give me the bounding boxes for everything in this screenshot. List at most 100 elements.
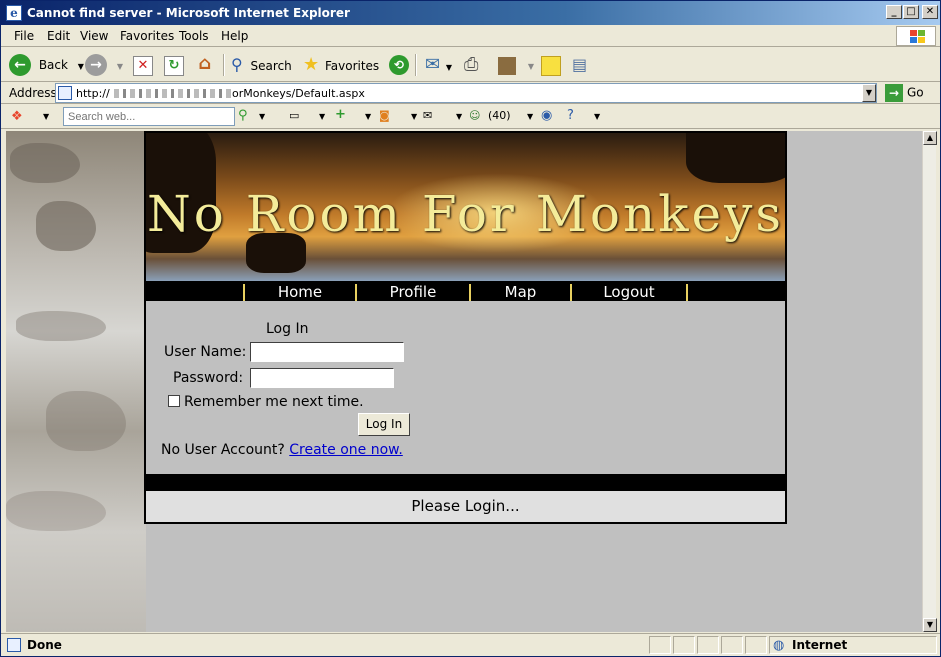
close-button[interactable]: ✕ bbox=[922, 5, 938, 19]
create-account-link[interactable]: Create one now. bbox=[289, 442, 403, 458]
research-button[interactable]: ▤ bbox=[572, 53, 587, 77]
search-button[interactable]: ⚲ Search bbox=[231, 53, 292, 77]
ie-window: e Cannot find server - Microsoft Interne… bbox=[0, 0, 941, 657]
username-field[interactable] bbox=[250, 342, 404, 362]
windows-logo-small-icon[interactable]: ❖ bbox=[11, 109, 23, 124]
login-button[interactable]: Log In bbox=[358, 413, 410, 436]
nav-logout[interactable]: Logout bbox=[570, 284, 688, 301]
menu-favorites[interactable]: Favorites bbox=[120, 29, 174, 43]
status-bar: Done ◍ Internet bbox=[1, 633, 940, 656]
add-icon[interactable]: + bbox=[335, 107, 346, 122]
search-go-icon[interactable]: ⚲ bbox=[238, 108, 248, 123]
back-dropdown-icon[interactable]: ▼ bbox=[78, 62, 84, 71]
back-button[interactable]: ← Back ▼ bbox=[9, 53, 84, 77]
stop-button[interactable]: ✕ bbox=[133, 53, 153, 77]
remember-checkbox[interactable] bbox=[168, 395, 180, 407]
dropdown-icon[interactable]: ▼ bbox=[411, 112, 417, 121]
help-dropdown-icon[interactable]: ▼ bbox=[594, 112, 600, 121]
forward-button[interactable]: → ▼ bbox=[85, 53, 123, 77]
rss-icon[interactable]: ◙ bbox=[379, 109, 390, 122]
page-status-icon bbox=[7, 638, 21, 652]
maximize-button[interactable]: □ bbox=[903, 5, 919, 19]
background-image bbox=[6, 131, 146, 632]
circle-icon[interactable]: ◉ bbox=[541, 108, 552, 123]
help-icon[interactable]: ? bbox=[567, 108, 574, 123]
windows-logo-icon bbox=[896, 26, 936, 46]
page-icon bbox=[58, 86, 72, 100]
standard-toolbar: ← Back ▼ → ▼ ✕ ↻ ⌂ ⚲ Search ★ Favorites … bbox=[1, 48, 940, 82]
menu-edit[interactable]: Edit bbox=[47, 29, 70, 43]
toolbar-separator bbox=[223, 54, 225, 76]
dropdown-icon[interactable]: ▼ bbox=[527, 112, 533, 121]
history-icon: ⟲ bbox=[389, 55, 409, 75]
back-arrow-icon: ← bbox=[9, 54, 31, 76]
edit-icon bbox=[498, 56, 516, 75]
print-icon: ⎙ bbox=[464, 54, 479, 75]
toolbar-separator bbox=[415, 54, 417, 76]
web-search-input[interactable] bbox=[63, 107, 235, 126]
edit-dropdown-icon[interactable]: ▼ bbox=[528, 62, 534, 71]
site-nav: Home Profile Map Logout bbox=[146, 281, 785, 301]
site-title: No Room For Monkeys bbox=[146, 185, 785, 243]
site-banner: No Room For Monkeys bbox=[146, 133, 785, 281]
refresh-button[interactable]: ↻ bbox=[164, 53, 184, 77]
mail-button[interactable]: ✉ ▼ bbox=[425, 53, 452, 77]
menu-file[interactable]: File bbox=[14, 29, 34, 43]
edit-button[interactable]: ▼ bbox=[498, 53, 534, 77]
scroll-down-icon[interactable]: ▼ bbox=[923, 618, 937, 632]
favorites-button[interactable]: ★ Favorites bbox=[303, 53, 379, 77]
ie-icon: e bbox=[6, 5, 22, 21]
login-status: Please Login... bbox=[146, 491, 785, 522]
vertical-scrollbar[interactable]: ▲ ▼ bbox=[922, 131, 937, 632]
messenger-count[interactable]: (40) bbox=[488, 109, 511, 122]
forward-dropdown-icon[interactable]: ▼ bbox=[117, 62, 123, 71]
page-content: No Room For Monkeys Home Profile Map Log… bbox=[6, 131, 922, 632]
address-label: Address bbox=[9, 86, 57, 100]
dropdown-icon[interactable]: ▼ bbox=[365, 112, 371, 121]
history-button[interactable]: ⟲ bbox=[389, 53, 409, 77]
go-label: Go bbox=[907, 85, 924, 100]
dropdown-icon[interactable]: ▼ bbox=[319, 112, 325, 121]
redacted-host bbox=[114, 89, 232, 98]
address-input[interactable]: http:// /NoRoomForMonkeys/Default.aspx ▼ bbox=[55, 83, 877, 103]
scroll-up-icon[interactable]: ▲ bbox=[923, 131, 937, 145]
window-icon[interactable]: ▭ bbox=[289, 109, 299, 122]
stop-icon: ✕ bbox=[133, 56, 153, 76]
dropdown-icon[interactable]: ▼ bbox=[456, 112, 462, 121]
globe-icon: ◍ bbox=[773, 638, 785, 653]
home-button[interactable]: ⌂ bbox=[195, 53, 215, 77]
no-account-label: No User Account? bbox=[161, 442, 285, 458]
address-dropdown-icon[interactable]: ▼ bbox=[862, 84, 876, 102]
address-bar: Address http:// /NoRoomForMonkeys/Defaul… bbox=[1, 82, 940, 104]
password-label: Password: bbox=[173, 370, 244, 386]
no-account-text: No User Account? Create one now. bbox=[161, 442, 403, 458]
refresh-icon: ↻ bbox=[164, 56, 184, 76]
nav-map[interactable]: Map bbox=[469, 284, 570, 301]
site-container: No Room For Monkeys Home Profile Map Log… bbox=[144, 131, 787, 524]
search-dropdown-icon[interactable]: ▼ bbox=[259, 112, 265, 121]
search-toolbar: ❖ ▼ ⚲ ▼ ▭ ▼ + ▼ ◙ ▼ ✉ ▼ ☺ (40) ▼ ◉ ? ▼ bbox=[1, 105, 940, 129]
status-pane bbox=[673, 636, 695, 654]
status-pane bbox=[745, 636, 767, 654]
search-icon: ⚲ bbox=[231, 55, 243, 74]
menu-view[interactable]: View bbox=[80, 29, 108, 43]
mail-dropdown-icon[interactable]: ▼ bbox=[446, 63, 452, 72]
nav-profile[interactable]: Profile bbox=[355, 284, 469, 301]
go-arrow-icon: → bbox=[885, 84, 903, 102]
menu-help[interactable]: Help bbox=[221, 29, 248, 43]
mail-small-icon[interactable]: ✉ bbox=[423, 109, 432, 122]
home-icon: ⌂ bbox=[198, 53, 212, 74]
print-button[interactable]: ⎙ bbox=[464, 53, 478, 77]
footer-strip bbox=[146, 474, 785, 491]
messenger-icon[interactable]: ☺ bbox=[469, 109, 480, 122]
go-button[interactable]: → Go bbox=[885, 84, 924, 102]
menu-tools[interactable]: Tools bbox=[179, 29, 209, 43]
toolbar-dropdown-icon[interactable]: ▼ bbox=[43, 112, 49, 121]
minimize-button[interactable]: _ bbox=[886, 5, 902, 19]
login-title: Log In bbox=[266, 321, 309, 337]
status-text: Done bbox=[27, 638, 62, 652]
password-field[interactable] bbox=[250, 368, 394, 388]
nav-home[interactable]: Home bbox=[243, 284, 355, 301]
discuss-button[interactable] bbox=[541, 53, 561, 77]
forward-arrow-icon: → bbox=[85, 54, 107, 76]
